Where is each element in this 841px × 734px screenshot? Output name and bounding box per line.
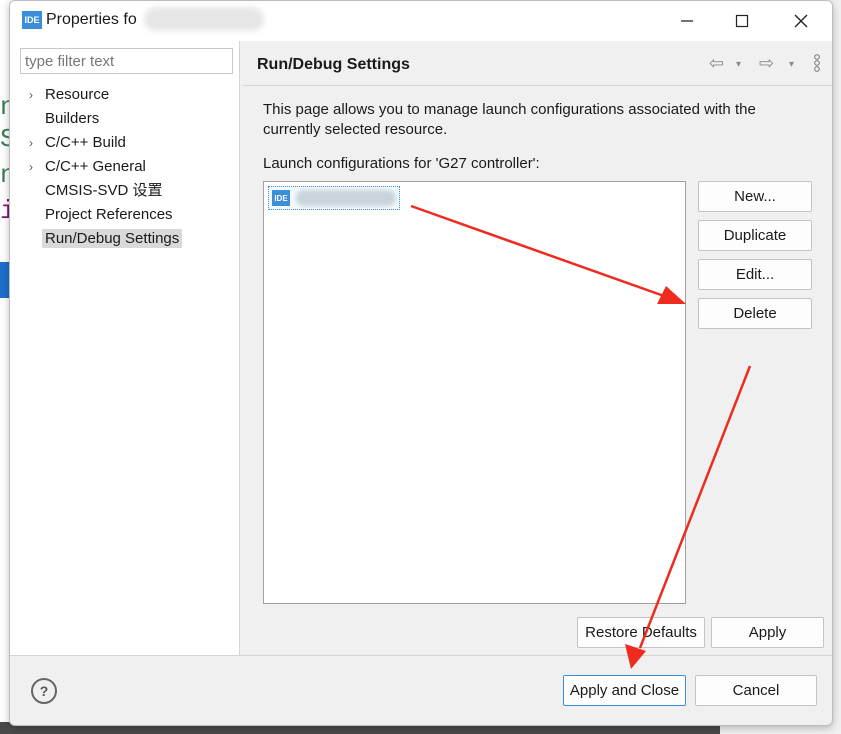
annotation-arrows bbox=[410, 204, 752, 669]
annotation-arrow-to-delete bbox=[410, 204, 686, 304]
annotation-arrow-to-apply-and-close bbox=[625, 365, 752, 669]
